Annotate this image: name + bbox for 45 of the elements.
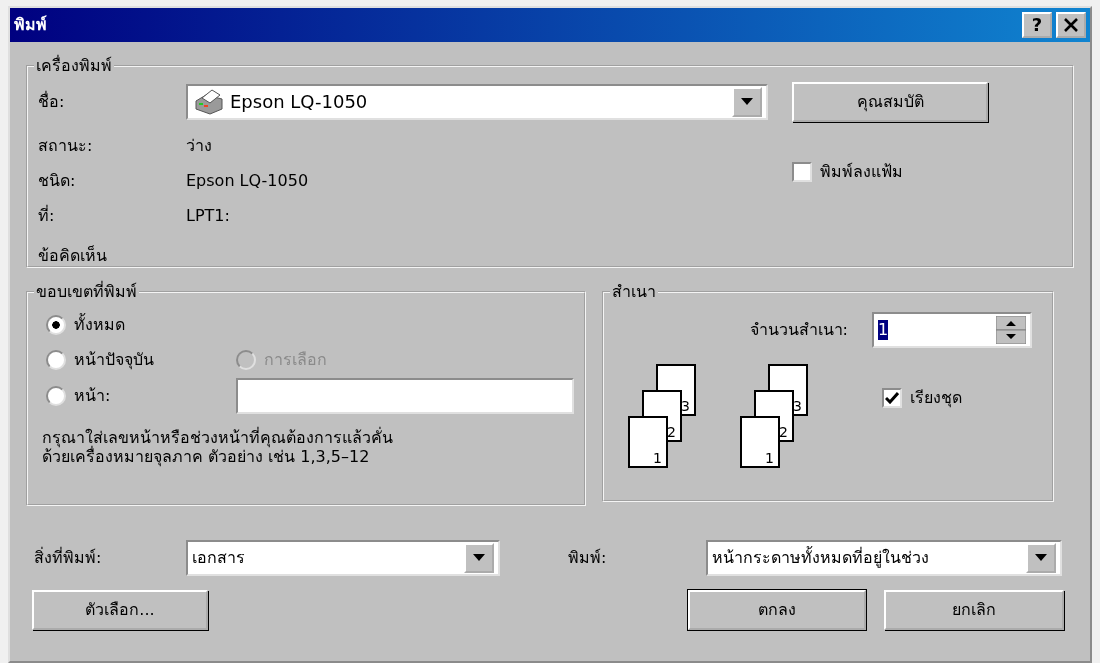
- radio-button[interactable]: [46, 350, 66, 370]
- page-range-field[interactable]: [236, 378, 574, 414]
- checkbox-label: เรียงชุด: [910, 388, 962, 408]
- radio-label: ทั้งหมด: [74, 315, 125, 335]
- dropdown-field[interactable]: Epson LQ-1050: [186, 84, 768, 120]
- radio-label: หน้า:: [74, 386, 111, 406]
- printer-icon: [192, 89, 226, 115]
- copies-spinner[interactable]: 1: [872, 312, 1032, 348]
- field-value: LPT1:: [186, 206, 230, 226]
- close-icon: [1064, 18, 1078, 32]
- dropdown-arrow-icon: [1034, 554, 1048, 562]
- field-label: ที่:: [38, 206, 56, 226]
- radio-label: หน้าปัจจุบัน: [74, 350, 154, 370]
- spin-arrows-icon[interactable]: [996, 316, 1026, 344]
- dropdown-arrow-icon: [472, 554, 486, 562]
- dropdown-value: หน้ากระดาษทั้งหมดที่อยู่ในช่วง: [712, 548, 929, 568]
- ok-button[interactable]: ตกลง: [688, 590, 866, 630]
- help-button[interactable]: ?: [1022, 12, 1052, 38]
- field-label: ข้อคิดเห็น: [38, 246, 108, 266]
- field-label: ชนิด:: [38, 171, 77, 191]
- field-label: จำนวนสำเนา:: [749, 320, 848, 340]
- hint-text: กรุณาใส่เลขหน้าหรือช่วงหน้าที่คุณต้องการแล้วคั่น ด้วยเครื่องหมายจุลภาค ตัวอย่าง เช่น 1,3,5–12: [41, 428, 394, 467]
- checkbox[interactable]: [792, 162, 812, 182]
- cancel-button[interactable]: ยกเลิก: [884, 590, 1064, 630]
- field-label: สถานะ:: [38, 136, 94, 156]
- field-label: ชื่อ:: [38, 92, 66, 112]
- close-button[interactable]: [1056, 12, 1086, 38]
- checkbox-label: พิมพ์ลงแฟ้ม: [820, 162, 903, 182]
- window-title: พิมพ์: [14, 15, 47, 35]
- field-value: ว่าง: [186, 136, 212, 156]
- dropdown-arrow-icon: [740, 98, 754, 106]
- radio-button[interactable]: [46, 315, 66, 335]
- properties-button[interactable]: คุณสมบัติ: [792, 82, 988, 122]
- dropdown-field[interactable]: หน้ากระดาษทั้งหมดที่อยู่ในช่วง: [706, 540, 1062, 576]
- dropdown-value: เอกสาร: [192, 548, 245, 568]
- dropdown-field[interactable]: เอกสาร: [186, 540, 500, 576]
- options-button[interactable]: ตัวเลือก...: [32, 590, 208, 630]
- radio-button[interactable]: [46, 386, 66, 406]
- field-value: 1: [878, 320, 889, 340]
- field-label: พิมพ์:: [568, 548, 608, 568]
- checkbox[interactable]: [882, 388, 902, 408]
- dropdown-value: Epson LQ-1050: [230, 91, 368, 113]
- group-label: สำเนา: [611, 284, 657, 300]
- field-label: สิ่งที่พิมพ์:: [33, 548, 103, 568]
- field-value: Epson LQ-1050: [186, 171, 309, 191]
